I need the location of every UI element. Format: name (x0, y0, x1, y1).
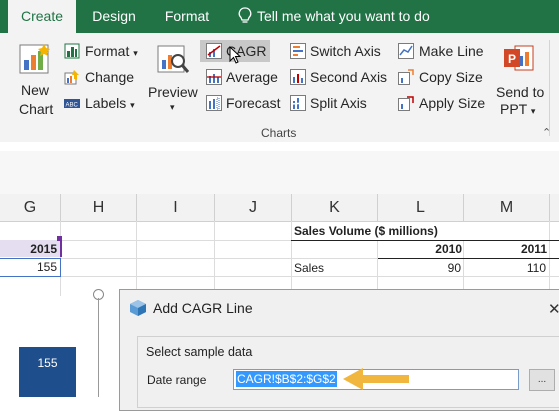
second-axis-icon (290, 69, 306, 85)
column-header-g[interactable]: G (0, 194, 61, 221)
date-range-value: CAGR!$B$2:$G$2 (236, 371, 337, 387)
cagr-icon (206, 43, 222, 59)
chart-frame-line (98, 298, 99, 397)
send-to-ppt-label-1[interactable]: Send to (496, 84, 544, 100)
copy-size-icon (398, 69, 414, 85)
forecast-button[interactable]: Forecast (226, 95, 280, 111)
change-icon (64, 69, 80, 85)
make-line-button[interactable]: Make Line (419, 43, 484, 59)
column-header-m[interactable]: M (464, 194, 550, 221)
format-dropdown-icon: ▾ (133, 48, 138, 58)
annotation-arrow-icon (341, 366, 411, 397)
dialog-title: Add CAGR Line (153, 300, 253, 316)
close-icon[interactable]: ✕ (548, 300, 559, 318)
column-header-i[interactable]: I (137, 194, 215, 221)
preview-icon[interactable] (155, 44, 191, 81)
labels-label: Labels (85, 95, 127, 111)
selection-handle[interactable] (57, 236, 62, 241)
apply-size-button[interactable]: Apply Size (419, 95, 485, 111)
tab-format[interactable]: Format (155, 0, 219, 33)
change-button[interactable]: Change (85, 69, 134, 85)
format-icon (64, 43, 80, 59)
second-axis-button[interactable]: Second Axis (310, 69, 387, 85)
tab-create[interactable]: Create (8, 0, 76, 33)
split-axis-button[interactable]: Split Axis (310, 95, 367, 111)
cell-2015-value: 155 (36, 260, 57, 274)
copy-size-button[interactable]: Copy Size (419, 69, 483, 85)
labels-dropdown-icon: ▾ (130, 100, 135, 110)
dialog-app-icon (129, 299, 147, 322)
forecast-icon (206, 95, 222, 111)
send-to-ppt-text: PPT (500, 101, 527, 117)
range-picker-button[interactable]: ... (529, 369, 555, 391)
formula-bar-background (0, 151, 559, 194)
tell-me-search[interactable]: Tell me what you want to do (257, 0, 537, 33)
tab-design[interactable]: Design (82, 0, 146, 33)
chart-bar[interactable] (19, 347, 76, 397)
format-label: Format (85, 43, 130, 59)
ribbon-separator (549, 40, 550, 136)
year-header-2011[interactable]: 2011 (464, 240, 547, 258)
grid-line (136, 221, 137, 296)
cell-2015-header: 2015 (30, 242, 57, 256)
send-to-ppt-label-2[interactable]: PPT ▾ (500, 101, 535, 117)
switch-axis-icon (290, 43, 306, 59)
apply-size-icon (398, 95, 414, 111)
make-line-icon (398, 43, 414, 59)
svg-text:P: P (508, 52, 516, 66)
column-header-row: G H I J K L M (0, 194, 559, 222)
send-to-ppt-dropdown-icon: ▾ (530, 106, 536, 116)
grid-line (214, 221, 215, 296)
lightbulb-icon (236, 0, 254, 33)
table-title[interactable]: Sales Volume ($ millions) (294, 222, 438, 240)
mouse-cursor-icon (229, 45, 243, 71)
format-button[interactable]: Format ▾ (85, 43, 138, 59)
switch-axis-button[interactable]: Switch Axis (310, 43, 381, 59)
svg-text:ABC: ABC (66, 103, 79, 109)
labels-icon: ABC (64, 95, 80, 111)
cell-value-2010[interactable]: 90 (378, 259, 461, 277)
average-icon (206, 69, 222, 85)
new-chart-icon[interactable] (18, 42, 52, 81)
new-chart-label-2: Chart (19, 101, 54, 117)
column-header-k[interactable]: K (292, 194, 378, 221)
column-header-j[interactable]: J (215, 194, 292, 221)
date-range-label: Date range (147, 373, 207, 387)
cell-value-2011[interactable]: 110 (464, 259, 546, 277)
chart-bar-label: 155 (37, 356, 58, 370)
ribbon-tab-bar: Create Design Format Tell me what you wa… (0, 0, 559, 33)
preview-button[interactable]: Preview (148, 84, 198, 100)
sample-data-group-label: Select sample data (146, 345, 253, 359)
column-header-l[interactable]: L (378, 194, 464, 221)
preview-dropdown-icon: ▾ (170, 102, 175, 112)
powerpoint-icon[interactable]: P (503, 43, 535, 80)
year-header-2010[interactable]: 2010 (378, 240, 462, 258)
ribbon-group-label: Charts (261, 126, 297, 140)
new-chart-label-1: New (21, 82, 50, 98)
labels-button[interactable]: Labels ▾ (85, 95, 135, 111)
grid-line (291, 221, 292, 296)
collapse-ribbon-icon[interactable]: ⌃ (542, 126, 551, 139)
split-axis-icon (290, 95, 306, 111)
average-button[interactable]: Average (226, 69, 278, 85)
row-label-sales[interactable]: Sales (294, 259, 324, 277)
column-header-h[interactable]: H (61, 194, 137, 221)
